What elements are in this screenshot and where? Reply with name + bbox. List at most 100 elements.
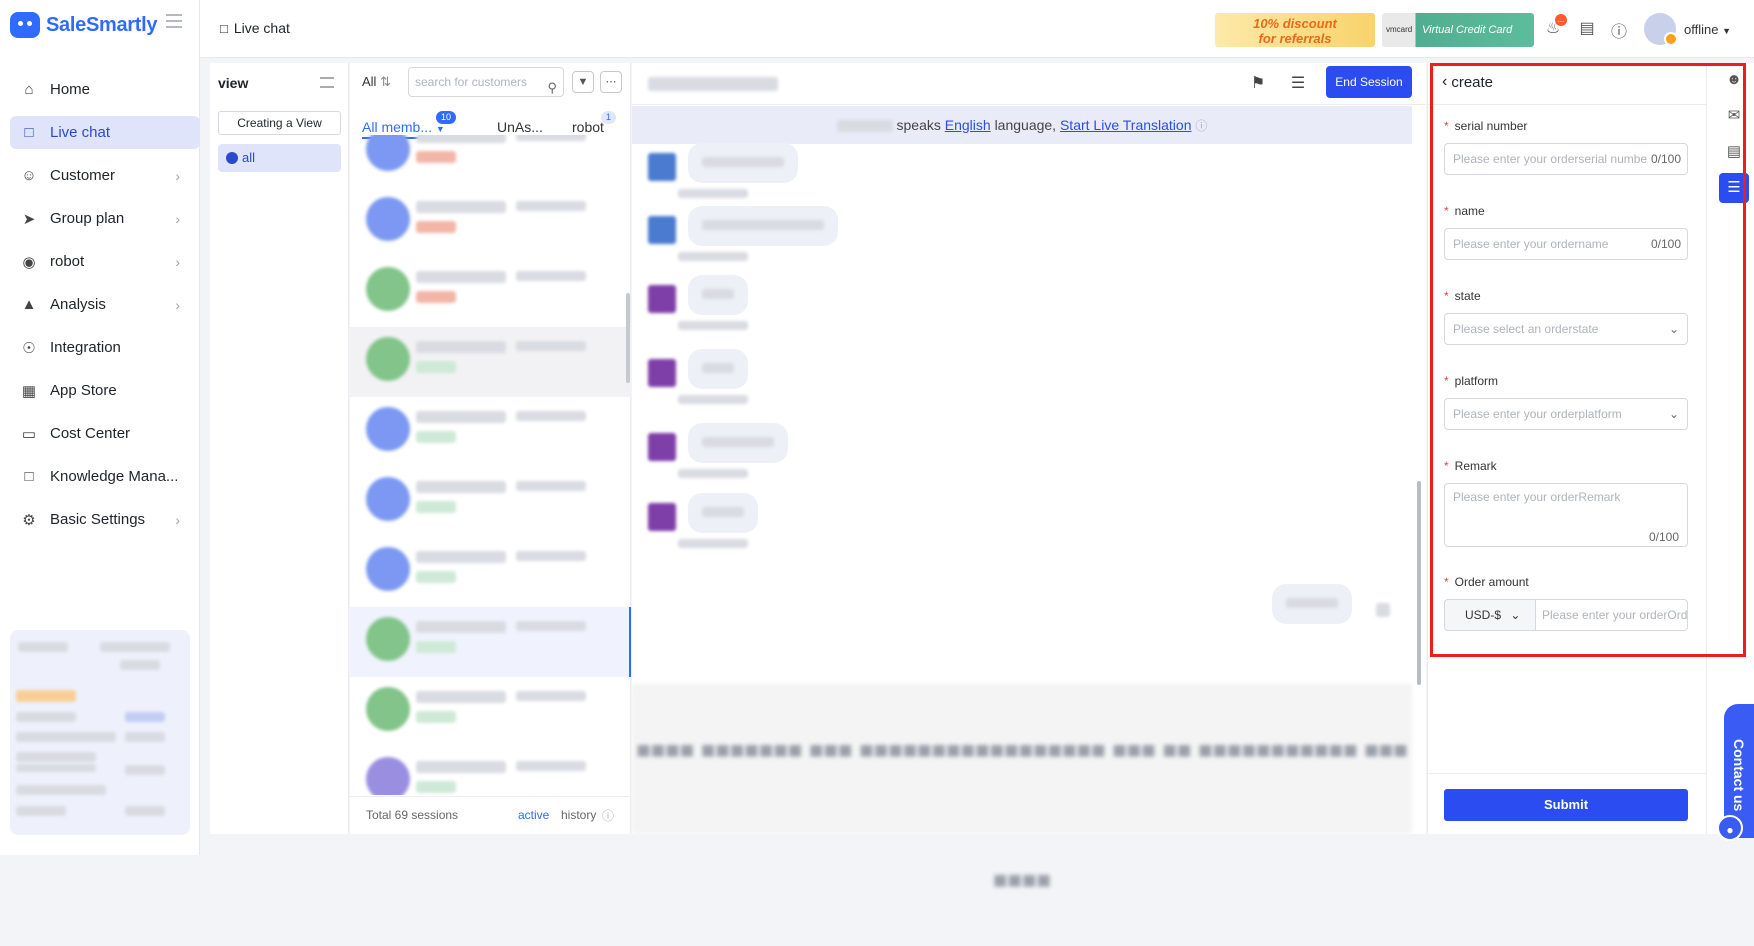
submit-button[interactable]: Submit [1444, 789, 1688, 821]
customer-profile-icon[interactable]: ☻ [1719, 65, 1749, 95]
search-messages-icon[interactable]: ☰ [1288, 73, 1308, 93]
end-session-button[interactable]: End Session [1326, 66, 1412, 98]
filter-icon[interactable]: ▼ [572, 71, 594, 93]
nav-item-robot[interactable]: ◉ robot › [10, 245, 200, 278]
session-row[interactable] [350, 677, 631, 747]
form-title: create [1451, 73, 1494, 91]
nav-item-knowledge-mana[interactable]: □ Knowledge Mana... [10, 460, 200, 493]
back-to-list[interactable]: ‹ create [1442, 73, 1493, 91]
message-bubble [688, 275, 748, 315]
channel-tag [416, 641, 456, 653]
help-icon[interactable]: ⓘ [1609, 18, 1629, 41]
tab-robot[interactable]: robot [572, 119, 604, 135]
session-row[interactable] [350, 537, 631, 607]
currency-select[interactable]: USD-$ ⌄ [1444, 599, 1536, 631]
state-select[interactable]: Please select an orderstate ⌄ [1444, 313, 1688, 345]
currency-value: USD-$ [1465, 608, 1502, 622]
nav-item-analysis[interactable]: ▲ Analysis › [10, 288, 200, 321]
session-filter-all[interactable]: All ⇅ [362, 74, 391, 90]
session-scrollbar[interactable] [626, 293, 630, 383]
translation-language[interactable]: English [945, 117, 991, 133]
session-row[interactable] [350, 397, 631, 467]
search-icon[interactable]: ⚲ [547, 74, 557, 102]
chat-icon: □ [24, 124, 34, 141]
sidebar-promo-card[interactable] [10, 630, 190, 835]
history-sessions-link[interactable]: history [561, 808, 596, 822]
customer-name [416, 271, 506, 283]
last-message [516, 691, 586, 701]
message-bubble [688, 493, 758, 533]
session-rows [350, 135, 631, 795]
nav-item-live-chat[interactable]: □ Live chat [10, 116, 200, 149]
view-menu-icon[interactable] [320, 77, 334, 88]
channel-tag [416, 781, 456, 793]
help-icon[interactable]: ⓘ [602, 807, 614, 824]
nav-item-label: App Store [50, 382, 117, 399]
chevron-down-icon: ⌄ [1668, 407, 1679, 421]
settings-icon: ⚙ [22, 511, 36, 529]
customer-name [416, 551, 506, 563]
nav-item-app-store[interactable]: ▦ App Store [10, 374, 200, 407]
app-logo[interactable]: SaleSmartly [10, 10, 158, 40]
quick-reply-icon[interactable]: ✉ [1719, 101, 1749, 131]
nav-item-customer[interactable]: ☺ Customer › [10, 159, 200, 192]
clipboard-icon[interactable]: ▤ [1577, 18, 1597, 38]
chat-scrollbar[interactable] [1417, 481, 1421, 685]
view-item-all[interactable]: all [218, 144, 341, 172]
tab-unassigned[interactable]: UnAs... [497, 119, 543, 135]
start-translation-link[interactable]: Start Live Translation [1060, 117, 1192, 133]
chart-icon: ▲ [21, 296, 37, 313]
virtual-card-label: Virtual Credit Card [1422, 24, 1513, 36]
message-timestamp [678, 252, 748, 261]
session-row[interactable] [350, 327, 631, 397]
create-view-button[interactable]: Creating a View [218, 111, 341, 135]
collapse-menu-icon[interactable] [166, 14, 182, 28]
nav-item-basic-settings[interactable]: ⚙ Basic Settings › [10, 503, 200, 536]
sort-icon[interactable]: ⇅ [380, 74, 391, 89]
tag-icon[interactable]: ⚑ [1248, 73, 1268, 93]
customer-avatar [366, 617, 410, 661]
name-input[interactable]: Please enter your ordername 0/100 [1444, 228, 1688, 260]
message-avatar [648, 153, 676, 181]
session-row[interactable] [350, 135, 631, 187]
platform-label: platform [1444, 374, 1498, 388]
nav-item-group-plan[interactable]: ➤ Group plan › [10, 202, 200, 235]
session-row[interactable] [350, 747, 631, 795]
virtual-card-banner[interactable]: vmcard Virtual Credit Card [1382, 13, 1534, 47]
customer-search-input[interactable]: search for customers ⚲ [408, 67, 564, 97]
order-amount-input[interactable]: Please enter your orderOrder amount [1535, 599, 1688, 631]
serial-number-input[interactable]: Please enter your orderserial number 0/10… [1444, 143, 1688, 175]
channel-tag [416, 221, 456, 233]
platform-select[interactable]: Please enter your orderplatform ⌄ [1444, 398, 1688, 430]
nav-item-label: Basic Settings [50, 511, 146, 528]
message-timestamp [678, 321, 748, 330]
order-icon[interactable]: ☰ [1719, 173, 1749, 203]
last-message [516, 621, 586, 631]
remark-textarea[interactable]: Please enter your orderRemark 0/100 [1444, 483, 1688, 547]
session-row[interactable] [350, 257, 631, 327]
message-bubble [688, 143, 798, 183]
message-timestamp [678, 539, 748, 548]
nav-item-label: robot [50, 253, 85, 270]
nav-item-label: Group plan [50, 210, 125, 227]
nav-item-cost-center[interactable]: ▭ Cost Center [10, 417, 200, 450]
session-row[interactable] [350, 187, 631, 257]
user-avatar[interactable] [1644, 13, 1678, 46]
agent-status-dropdown[interactable]: offline ▼ [1684, 22, 1731, 37]
chat-bubble-icon[interactable]: ● [1717, 815, 1743, 841]
more-options-icon[interactable]: ⋯ [600, 71, 622, 93]
contact-card-icon[interactable]: ▤ [1719, 137, 1749, 167]
help-icon[interactable]: ⓘ [1195, 119, 1207, 133]
vmcard-brand: vmcard [1386, 25, 1413, 34]
last-message [516, 201, 586, 211]
referral-discount-banner[interactable]: 10% discount for referrals [1215, 13, 1375, 47]
order-create-form: ‹create serial number Please enter your … [1427, 63, 1707, 834]
nav-item-integration[interactable]: ☉ Integration [10, 331, 200, 364]
customer-avatar [366, 547, 410, 591]
channel-tag [416, 431, 456, 443]
session-row[interactable] [350, 607, 631, 677]
message-timestamp [678, 469, 748, 478]
active-sessions-link[interactable]: active [518, 808, 549, 822]
nav-item-home[interactable]: ⌂ Home [10, 73, 200, 106]
session-row[interactable] [350, 467, 631, 537]
